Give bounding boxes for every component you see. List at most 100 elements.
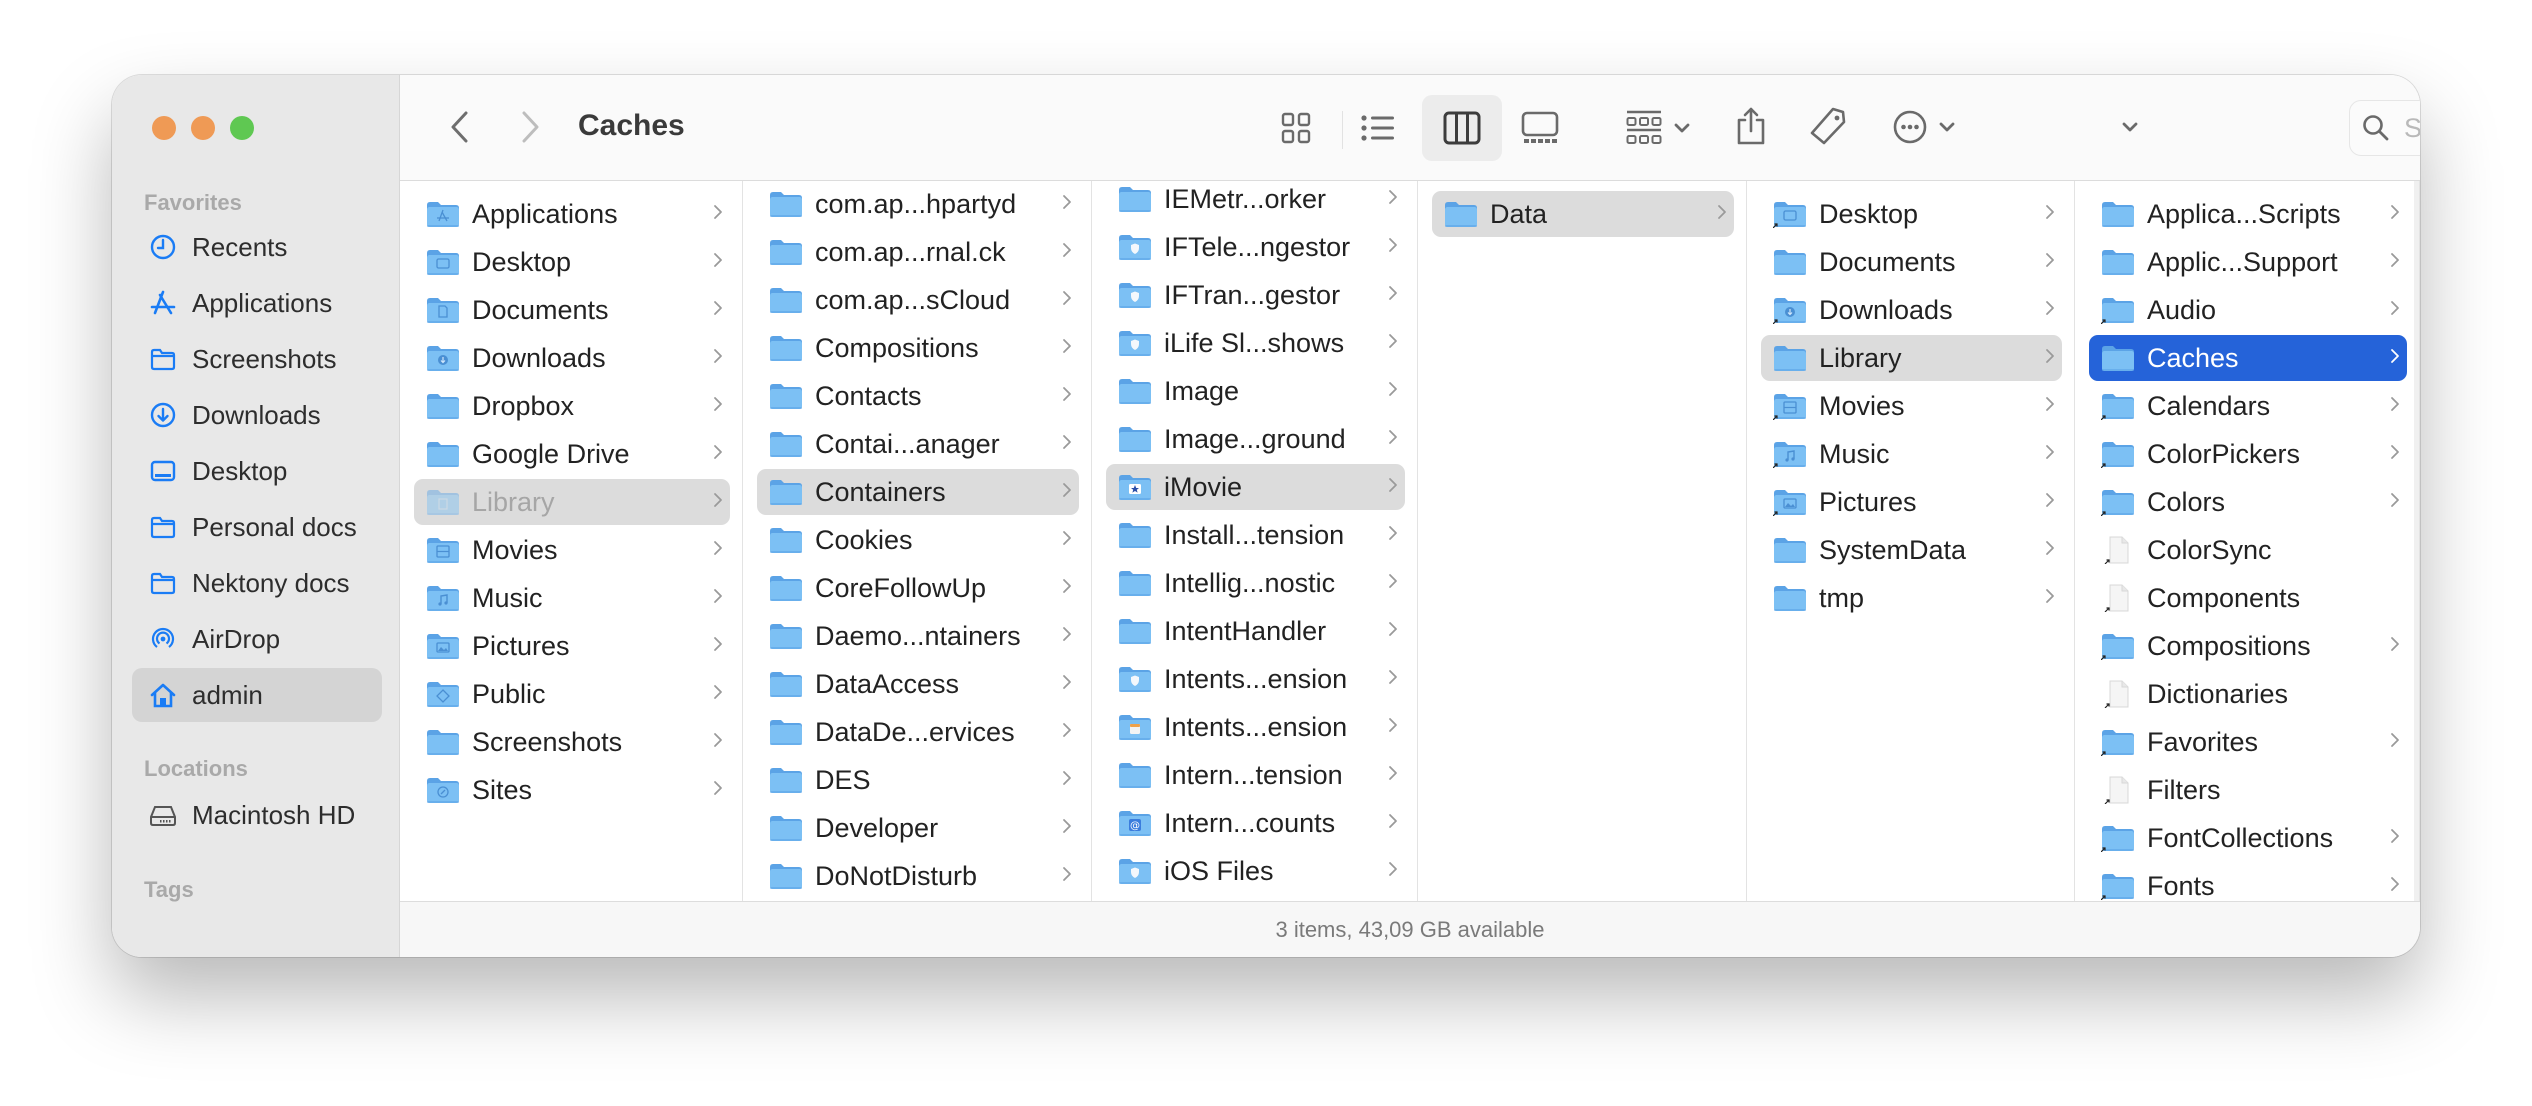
sidebar-item-macintosh-hd[interactable]: Macintosh HD xyxy=(132,788,382,842)
folder-row[interactable]: Documents xyxy=(1761,239,2062,285)
folder-row[interactable]: Compositions xyxy=(757,325,1079,371)
folder-row[interactable]: Daemo...ntainers xyxy=(757,613,1079,659)
folder-row[interactable]: Library xyxy=(414,479,730,525)
sidebar-item-recents[interactable]: Recents xyxy=(132,220,382,274)
folder-row[interactable]: Image xyxy=(1106,368,1405,414)
folder-row[interactable]: Pictures xyxy=(414,623,730,669)
folder-row[interactable]: DES xyxy=(757,757,1079,803)
folder-row[interactable]: Intellig...nostic xyxy=(1106,560,1405,606)
folder-row[interactable]: Intents...ension xyxy=(1106,704,1405,750)
sidebar-item-personal-docs[interactable]: Personal docs xyxy=(132,500,382,554)
folder-row[interactable]: tmp xyxy=(1761,575,2062,621)
folder-icon xyxy=(2100,872,2135,901)
folder-row[interactable]: Music xyxy=(414,575,730,621)
folder-row[interactable]: ColorPickers xyxy=(2089,431,2407,477)
folder-row[interactable]: DataAccess xyxy=(757,661,1079,707)
folder-row[interactable]: IFTran...gestor xyxy=(1106,272,1405,318)
folder-row[interactable]: Intents...ension xyxy=(1106,656,1405,702)
search-field[interactable] xyxy=(2349,100,2420,156)
folder-row[interactable]: Pictures xyxy=(1761,479,2062,525)
folder-row[interactable]: Cookies xyxy=(757,517,1079,563)
folder-row[interactable]: Developer xyxy=(757,805,1079,851)
file-row[interactable]: Dictionaries xyxy=(2089,671,2407,717)
folder-row[interactable]: Applic...Support xyxy=(2089,239,2407,285)
share-button[interactable] xyxy=(1726,95,1776,157)
group-by-button[interactable] xyxy=(1618,101,1698,155)
file-row[interactable]: Filters xyxy=(2089,767,2407,813)
folder-row[interactable]: Sites xyxy=(414,767,730,813)
icon-view-button[interactable] xyxy=(1268,101,1324,155)
folder-row[interactable]: iLife Sl...shows xyxy=(1106,320,1405,366)
folder-row[interactable]: DoNotDisturb xyxy=(757,853,1079,899)
folder-icon xyxy=(148,512,178,542)
column-view-button[interactable] xyxy=(1422,95,1502,161)
folder-row[interactable]: Screenshots xyxy=(414,719,730,765)
forward-button[interactable] xyxy=(508,105,552,149)
folder-row[interactable]: Calendars xyxy=(2089,383,2407,429)
folder-row[interactable]: Applications xyxy=(414,191,730,237)
zoom-button[interactable] xyxy=(230,116,254,140)
folder-row[interactable]: SystemData xyxy=(1761,527,2062,573)
folder-row[interactable]: Contai...anager xyxy=(757,421,1079,467)
folder-row[interactable]: IntentHandler xyxy=(1106,608,1405,654)
sidebar-item-downloads[interactable]: Downloads xyxy=(132,388,382,442)
folder-row[interactable]: iOS Files xyxy=(1106,848,1405,894)
folder-row[interactable]: iMovie xyxy=(1106,464,1405,510)
back-button[interactable] xyxy=(438,105,482,149)
folder-row[interactable]: Favorites xyxy=(2089,719,2407,765)
column-scrollbar[interactable] xyxy=(2414,181,2419,901)
folder-row[interactable]: Caches xyxy=(2089,335,2407,381)
folder-row[interactable]: Desktop xyxy=(414,239,730,285)
item-name: Google Drive xyxy=(472,438,630,469)
folder-row[interactable]: Data xyxy=(1432,191,1734,237)
sidebar-item-screenshots[interactable]: Screenshots xyxy=(132,332,382,386)
folder-row[interactable]: IEMetr...orker xyxy=(1106,181,1405,222)
folder-row[interactable]: Fonts xyxy=(2089,863,2407,901)
folder-row[interactable]: Applica...Scripts xyxy=(2089,191,2407,237)
folder-row[interactable]: Audio xyxy=(2089,287,2407,333)
sidebar-item-airdrop[interactable]: AirDrop xyxy=(132,612,382,666)
folder-row[interactable]: @ Intern...counts xyxy=(1106,800,1405,846)
folder-row[interactable]: com.ap...rnal.ck xyxy=(757,229,1079,275)
toolbar-overflow-button[interactable] xyxy=(2110,105,2150,149)
folder-row[interactable]: Public xyxy=(414,671,730,717)
folder-row[interactable]: Contacts xyxy=(757,373,1079,419)
folder-row[interactable]: Install...tension xyxy=(1106,512,1405,558)
folder-row[interactable]: Image...ground xyxy=(1106,416,1405,462)
search-input[interactable] xyxy=(2404,112,2420,144)
more-actions-button[interactable] xyxy=(1884,99,1964,155)
minimize-button[interactable] xyxy=(191,116,215,140)
folder-row[interactable]: Desktop xyxy=(1761,191,2062,237)
list-view-button[interactable] xyxy=(1350,101,1406,155)
folder-row[interactable]: Dropbox xyxy=(414,383,730,429)
folder-row[interactable]: com.ap...sCloud xyxy=(757,277,1079,323)
sidebar-item-admin[interactable]: admin xyxy=(132,668,382,722)
folder-row[interactable]: Documents xyxy=(414,287,730,333)
folder-row[interactable]: Library xyxy=(1761,335,2062,381)
gallery-view-button[interactable] xyxy=(1510,101,1570,155)
file-row[interactable]: Components xyxy=(2089,575,2407,621)
folder-row[interactable]: Google Drive xyxy=(414,431,730,477)
folder-row[interactable]: Downloads xyxy=(414,335,730,381)
folder-row[interactable]: DataDe...ervices xyxy=(757,709,1079,755)
folder-row[interactable]: Intern...tension xyxy=(1106,752,1405,798)
close-button[interactable] xyxy=(152,116,176,140)
folder-row[interactable]: Containers xyxy=(757,469,1079,515)
chevron-right-icon xyxy=(1055,769,1079,792)
folder-row[interactable]: Colors xyxy=(2089,479,2407,525)
sidebar-item-desktop[interactable]: Desktop xyxy=(132,444,382,498)
folder-row[interactable]: Music xyxy=(1761,431,2062,477)
folder-row[interactable]: CoreFollowUp xyxy=(757,565,1079,611)
sidebar-item-nektony-docs[interactable]: Nektony docs xyxy=(132,556,382,610)
file-row[interactable]: ColorSync xyxy=(2089,527,2407,573)
folder-row[interactable]: IFTele...ngestor xyxy=(1106,224,1405,270)
folder-row[interactable]: Movies xyxy=(414,527,730,573)
folder-row[interactable]: FontCollections xyxy=(2089,815,2407,861)
tags-button[interactable] xyxy=(1800,95,1856,157)
folder-row[interactable]: Compositions xyxy=(2089,623,2407,669)
folder-icon xyxy=(426,200,460,228)
folder-row[interactable]: com.ap...hpartyd xyxy=(757,181,1079,227)
sidebar-item-applications[interactable]: Applications xyxy=(132,276,382,330)
folder-row[interactable]: Movies xyxy=(1761,383,2062,429)
folder-row[interactable]: Downloads xyxy=(1761,287,2062,333)
